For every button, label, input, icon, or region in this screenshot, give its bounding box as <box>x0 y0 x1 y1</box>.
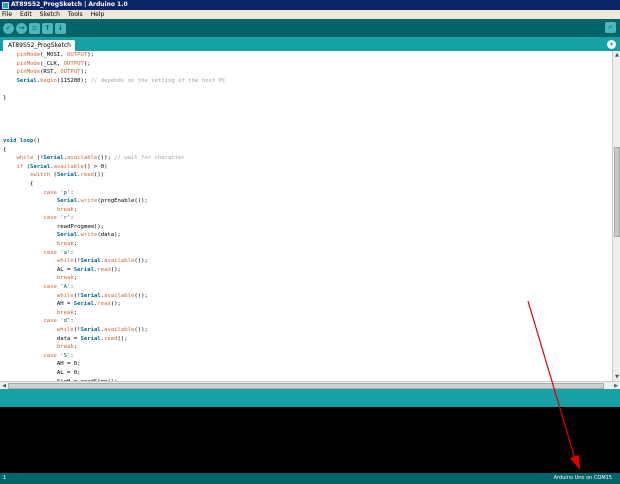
upload-button[interactable]: → <box>16 22 27 34</box>
window-titlebar: AT89S52_ProgSketch | Arduino 1.0 <box>0 0 620 10</box>
menu-file[interactable]: File <box>2 10 12 19</box>
code-text[interactable]: pinMode(_MOSI, OUTPUT); pinMode(_CLK, OU… <box>0 51 612 381</box>
menu-sketch[interactable]: Sketch <box>40 10 60 19</box>
line-number: 1 <box>3 475 7 481</box>
board-port-label: Arduino Uno on COM15 <box>553 475 612 481</box>
menu-tools[interactable]: Tools <box>68 10 83 19</box>
verify-button[interactable]: ✓ <box>3 22 14 34</box>
window-title: AT89S52_ProgSketch | Arduino 1.0 <box>11 1 128 8</box>
code-editor[interactable]: pinMode(_MOSI, OUTPUT); pinMode(_CLK, OU… <box>0 51 612 381</box>
toolbar: ✓ → ▫ ↑ ↓ ⌕ <box>0 19 620 37</box>
message-bar <box>0 389 620 407</box>
tab-menu-button[interactable]: ▾ <box>607 40 616 49</box>
menu-help[interactable]: Help <box>91 10 105 19</box>
scroll-up-arrow-icon[interactable]: ▲ <box>613 51 620 59</box>
tab-strip: AT89S52_ProgSketch ▾ <box>0 37 620 51</box>
vertical-scrollbar[interactable]: ▲ ▼ <box>612 51 620 381</box>
menu-edit[interactable]: Edit <box>20 10 32 19</box>
tab-sketch[interactable]: AT89S52_ProgSketch <box>3 40 75 51</box>
vertical-scroll-thumb[interactable] <box>614 147 620 237</box>
scroll-down-arrow-icon[interactable]: ▼ <box>613 373 620 381</box>
menu-bar: File Edit Sketch Tools Help <box>0 10 620 19</box>
serial-monitor-button[interactable]: ⌕ <box>605 22 616 33</box>
save-button[interactable]: ↓ <box>55 22 66 34</box>
console-output <box>0 407 620 473</box>
arduino-app-icon <box>2 1 9 9</box>
footer-bar: 1 Arduino Uno on COM15 <box>0 473 620 484</box>
horizontal-scrollbar[interactable]: ◀ ▶ <box>0 381 620 389</box>
open-button[interactable]: ↑ <box>42 22 53 34</box>
new-button[interactable]: ▫ <box>29 22 40 34</box>
